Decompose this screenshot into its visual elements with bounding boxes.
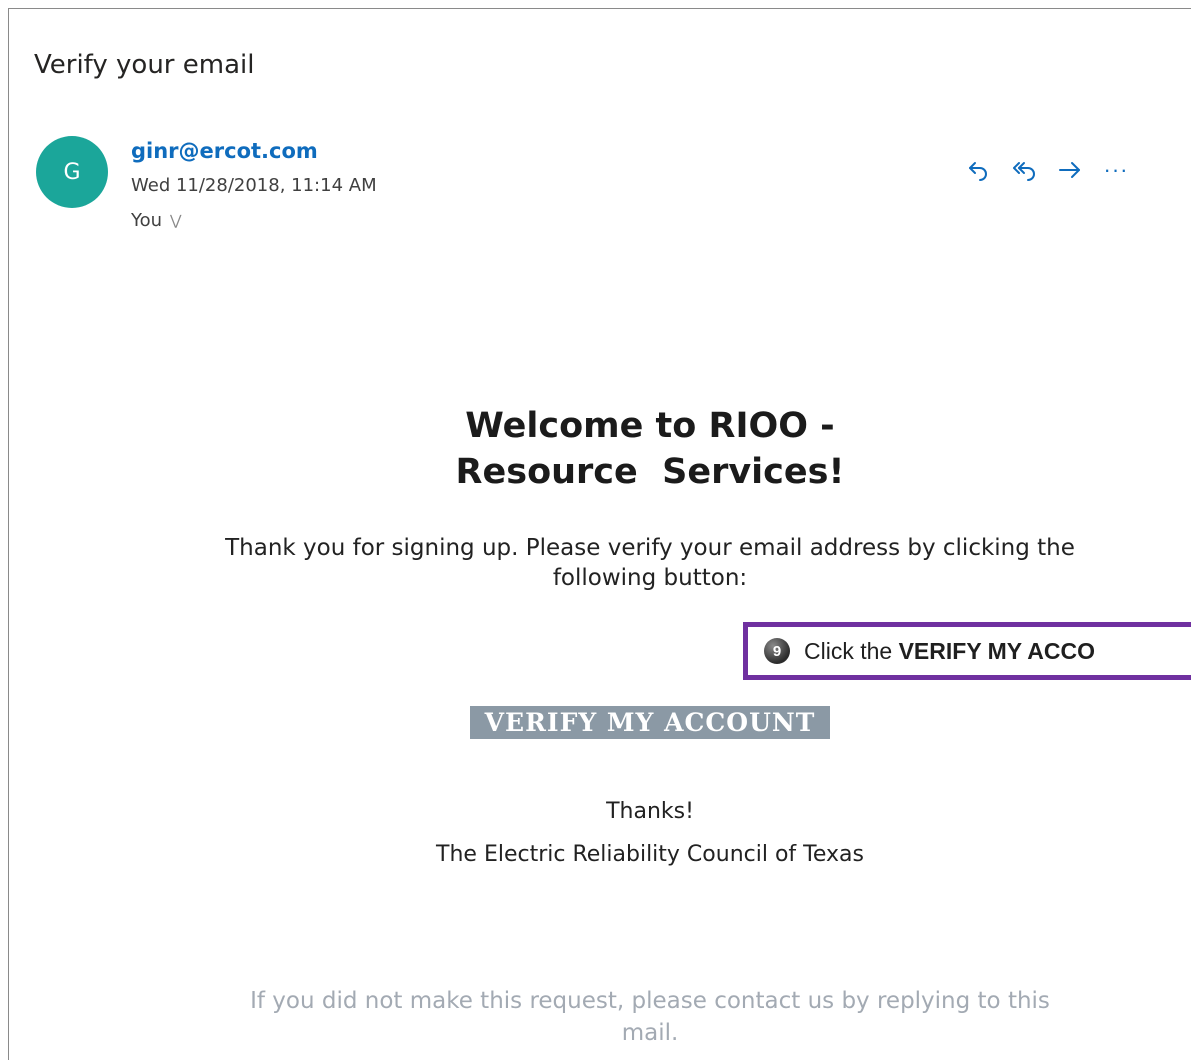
welcome-heading-line-2: Resource Services! [455, 452, 845, 492]
avatar[interactable]: G [36, 136, 108, 208]
message-actions: ··· [955, 150, 1139, 190]
sent-datetime: Wed 11/28/2018, 11:14 AM [131, 175, 377, 196]
forward-button[interactable] [1047, 150, 1093, 190]
callout-text-prefix: Click the [804, 637, 899, 664]
forward-icon [1059, 162, 1080, 178]
reply-button[interactable] [955, 150, 1001, 190]
welcome-heading: Welcome to RIOO - Resource Services! [300, 403, 1000, 495]
sender-address[interactable]: ginr@ercot.com [131, 139, 318, 163]
welcome-heading-line-1: Welcome to RIOO - [465, 406, 835, 446]
thanks-text: Thanks! [606, 799, 694, 824]
email-subject: Verify your email [34, 50, 255, 80]
verify-my-account-button[interactable]: VERIFY MY ACCOUNT [470, 706, 830, 739]
chevron-down-icon[interactable]: ⋁ [170, 213, 181, 229]
step-number-badge: 9 [764, 638, 790, 664]
tutorial-callout: 9 Click the VERIFY MY ACCO [743, 622, 1191, 680]
recipient-line[interactable]: You ⋁ [131, 210, 182, 231]
organization-name: The Electric Reliability Council of Texa… [436, 842, 864, 867]
footer-line-1: If you did not make this request, please… [250, 988, 1050, 1014]
more-actions-button[interactable]: ··· [1093, 150, 1139, 190]
reply-all-button[interactable] [1001, 150, 1047, 190]
recipient-label: You [131, 210, 163, 231]
intro-text-line-2: following button: [552, 565, 748, 591]
footer-line-2: mail. [621, 1020, 679, 1046]
intro-text: Thank you for signing up. Please verify … [150, 533, 1150, 593]
reply-all-icon [1013, 162, 1035, 181]
callout-text-bold: VERIFY MY ACCO [898, 637, 1095, 664]
intro-text-line-1: Thank you for signing up. Please verify … [225, 535, 1075, 561]
callout-text: Click the VERIFY MY ACCO [804, 638, 1095, 665]
more-icon: ··· [1103, 157, 1129, 182]
footer-disclaimer: If you did not make this request, please… [150, 985, 1150, 1049]
reply-icon [969, 162, 987, 181]
